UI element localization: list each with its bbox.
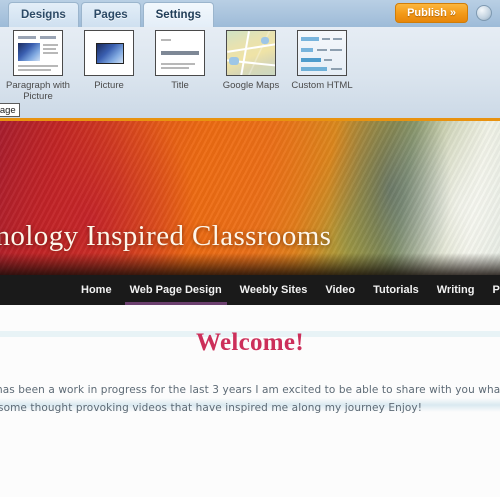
nav-item-home[interactable]: Home — [72, 275, 121, 305]
palette-item-picture-label: Picture — [94, 80, 124, 91]
element-palette-row: Paragraph with Picture to page Picture — [0, 30, 500, 118]
drag-to-page-tooltip: to page — [0, 103, 20, 117]
publish-button[interactable]: Publish » — [395, 3, 468, 23]
nav-item-home-label: Home — [81, 284, 112, 296]
publish-button-label: Publish » — [407, 7, 456, 19]
site-title: Technology Inspired Classrooms — [0, 220, 332, 252]
tab-pages[interactable]: Pages — [80, 2, 141, 27]
title-thumbnail — [155, 30, 205, 76]
tab-designs[interactable]: Designs — [8, 2, 79, 27]
editor-tab-strip: Designs Pages Settings Publish » — [0, 0, 500, 27]
nav-item-video-label: Video — [325, 284, 356, 296]
palette-item-paragraph-with-picture-label: Paragraph with Picture — [6, 80, 70, 102]
welcome-paragraph-line-1: e has been a work in progress for the la… — [0, 384, 500, 396]
site-nav-list: Home Web Page Design Weebly Sites Video … — [72, 275, 500, 305]
paragraph-with-picture-thumbnail — [13, 30, 63, 76]
nav-item-tutorials[interactable]: Tutorials — [364, 275, 428, 305]
palette-item-title[interactable]: Title — [144, 30, 216, 116]
palette-item-picture[interactable]: Picture — [73, 30, 145, 116]
site-preview: Technology Inspired Classrooms Home Web … — [0, 118, 500, 500]
nav-item-video[interactable]: Video — [316, 275, 364, 305]
palette-item-custom-html-label: Custom HTML — [291, 80, 353, 91]
editor-tabs: Designs Pages Settings — [8, 2, 215, 27]
welcome-paragraph-line-2: some thought provoking videos that have … — [0, 402, 423, 414]
site-banner: Technology Inspired Classrooms — [0, 118, 500, 275]
nav-item-weebly-sites-label: Weebly Sites — [239, 284, 308, 296]
nav-item-potpourri[interactable]: Potp — [483, 275, 500, 305]
tab-settings-label: Settings — [155, 9, 202, 21]
nav-item-writing[interactable]: Writing — [428, 275, 484, 305]
custom-html-thumbnail — [297, 30, 347, 76]
nav-item-tutorials-label: Tutorials — [373, 284, 419, 296]
palette-item-title-label: Title — [171, 80, 189, 91]
nav-item-potpourri-label: Potp — [492, 284, 500, 296]
welcome-heading: Welcome! — [196, 329, 304, 356]
element-palette: Paragraph with Picture to page Picture — [0, 27, 500, 118]
nav-item-weebly-sites[interactable]: Weebly Sites — [231, 275, 317, 305]
palette-item-google-maps[interactable]: Google Maps — [215, 30, 287, 116]
google-maps-thumbnail — [226, 30, 276, 76]
palette-item-custom-html[interactable]: Custom HTML — [286, 30, 358, 116]
palette-item-paragraph-with-picture[interactable]: Paragraph with Picture to page — [0, 30, 74, 117]
tab-designs-label: Designs — [21, 9, 66, 21]
screenshot-root: Designs Pages Settings Publish » Paragra… — [0, 0, 500, 500]
nav-item-web-page-design-label: Web Page Design — [129, 284, 222, 296]
help-circle-icon[interactable] — [476, 5, 492, 21]
tab-settings[interactable]: Settings — [142, 2, 215, 27]
drag-to-page-tooltip-label: to page — [0, 104, 16, 116]
nav-item-writing-label: Writing — [436, 284, 475, 296]
site-navbar: Home Web Page Design Weebly Sites Video … — [0, 275, 500, 305]
tab-pages-label: Pages — [93, 9, 128, 21]
palette-item-google-maps-label: Google Maps — [222, 80, 280, 91]
picture-thumbnail — [84, 30, 134, 76]
editor-chrome: Designs Pages Settings Publish » Paragra… — [0, 0, 500, 118]
page-content: Welcome! e has been a work in progress f… — [0, 305, 500, 497]
nav-item-web-page-design[interactable]: Web Page Design — [121, 275, 231, 305]
welcome-paragraph: e has been a work in progress for the la… — [0, 381, 500, 417]
